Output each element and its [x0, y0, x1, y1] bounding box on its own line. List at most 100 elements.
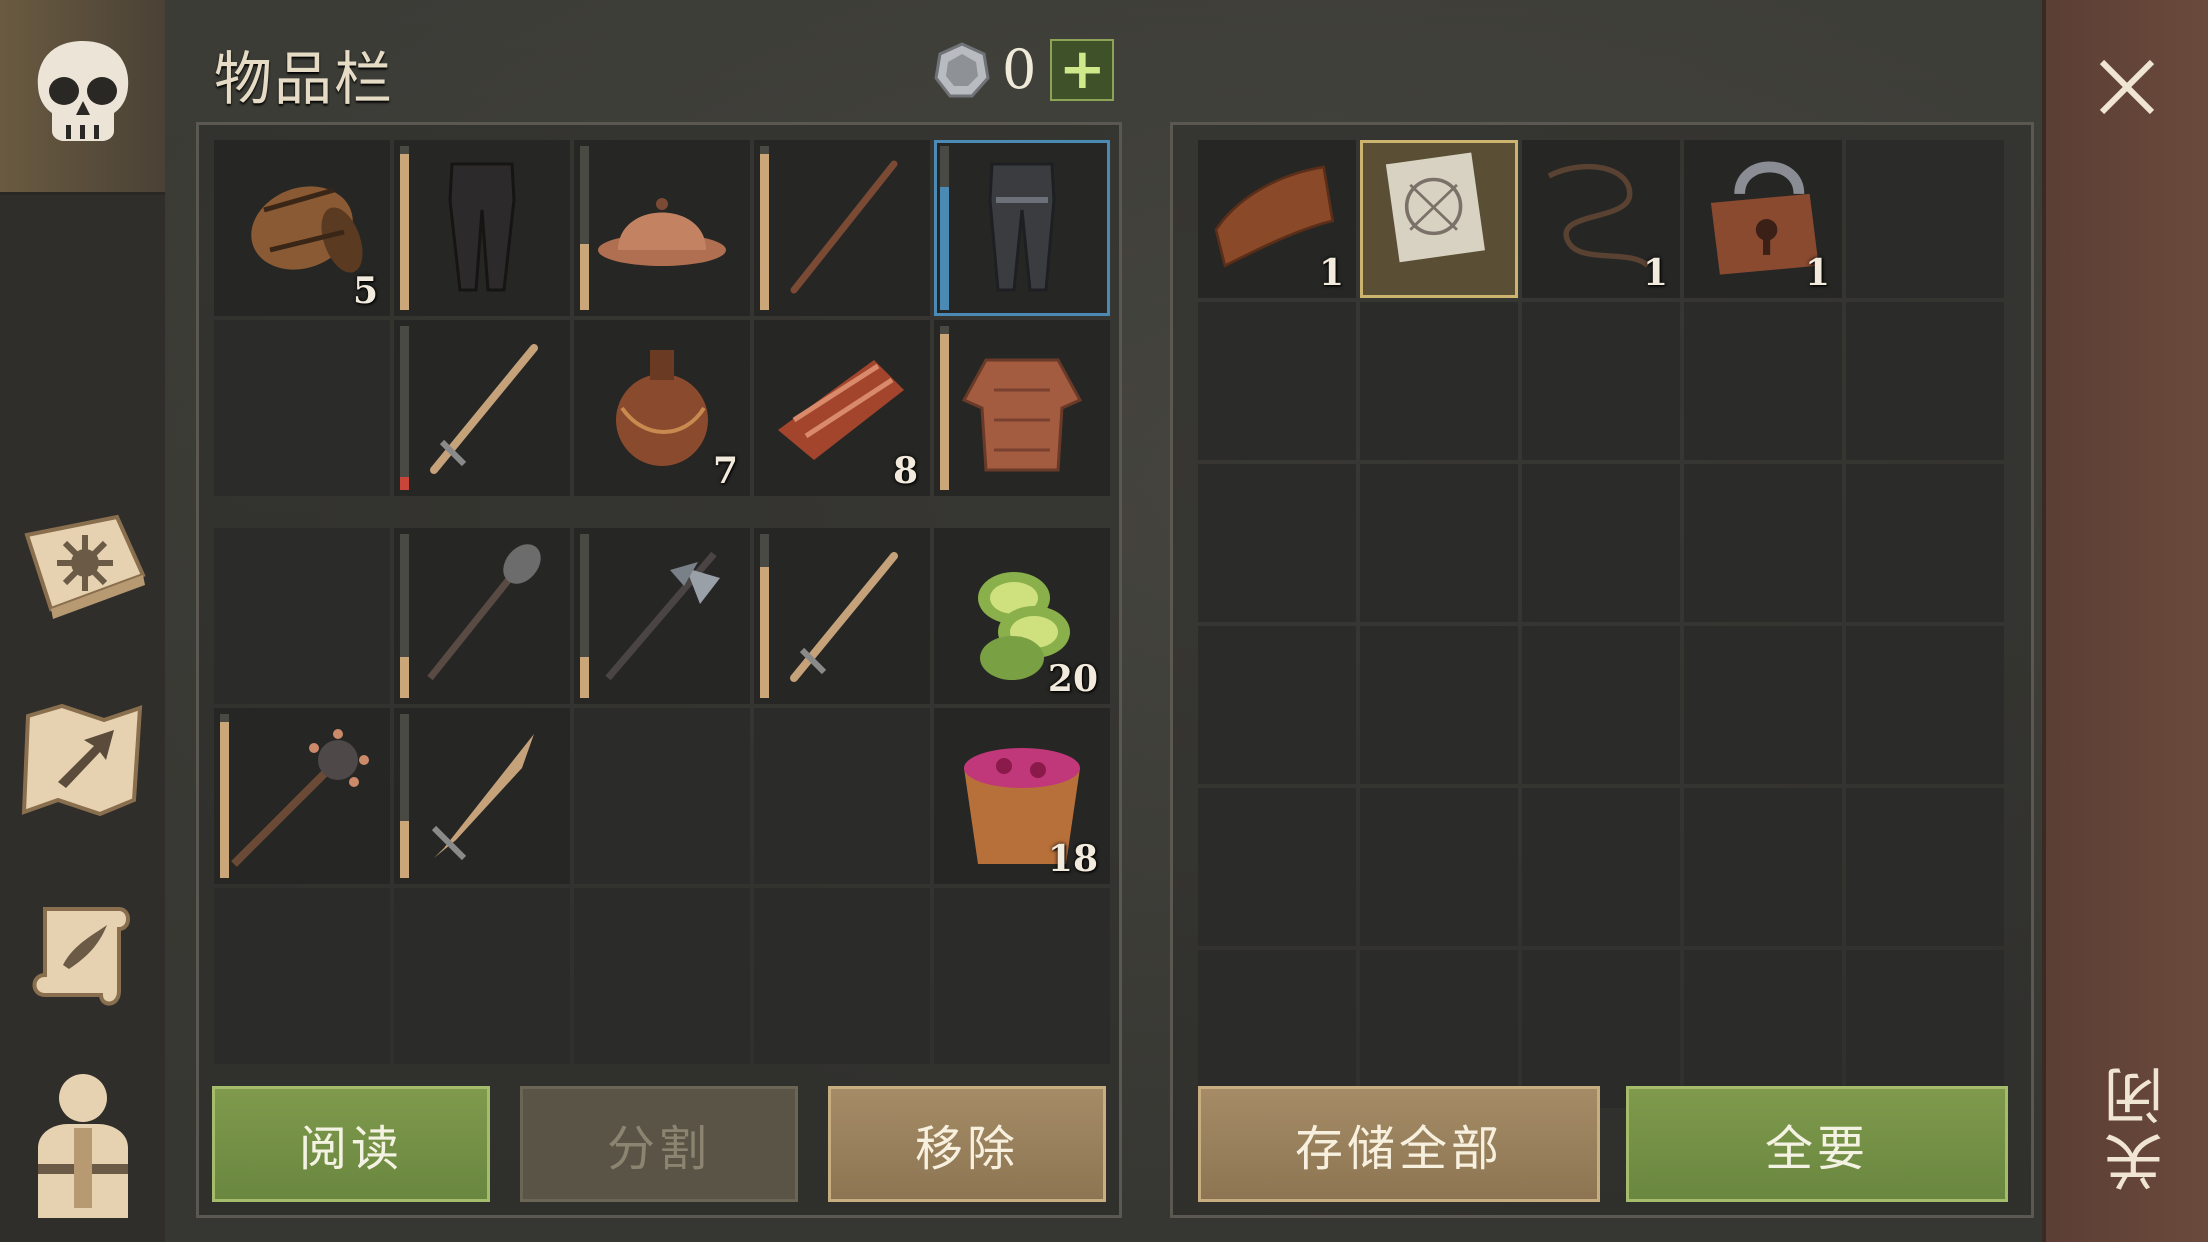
durability-bar	[760, 534, 769, 698]
empty-slot[interactable]	[1684, 950, 1842, 1108]
currency-display: 0 +	[932, 38, 1115, 101]
container-grid: 1 1 1	[1198, 140, 2004, 1108]
empty-slot[interactable]	[1846, 950, 2004, 1108]
empty-slot[interactable]	[1684, 788, 1842, 946]
item-count: 7	[712, 450, 738, 492]
item-count: 1	[1642, 252, 1668, 294]
inventory-slot[interactable]	[394, 140, 570, 316]
empty-slot[interactable]	[1198, 302, 1356, 460]
chainmail-pants-icon	[988, 162, 1056, 292]
inventory-slot[interactable]	[394, 320, 570, 496]
take-all-button[interactable]: 全要	[1626, 1086, 2008, 1202]
durability-bar	[760, 146, 769, 310]
item-count: 1	[1318, 252, 1344, 294]
empty-slot[interactable]	[1522, 464, 1680, 622]
add-currency-button[interactable]: +	[1050, 38, 1115, 101]
empty-slot[interactable]	[1360, 626, 1518, 784]
inventory-slot[interactable]: 1	[1198, 140, 1356, 298]
empty-slot[interactable]	[1360, 788, 1518, 946]
inventory-slot[interactable]	[394, 528, 570, 704]
durability-bar	[940, 146, 949, 310]
durability-bar	[220, 714, 229, 878]
map-icon[interactable]	[0, 695, 165, 825]
sword-icon	[430, 344, 538, 474]
crafting-book-icon[interactable]	[0, 500, 165, 630]
store-all-button[interactable]: 存储全部	[1198, 1086, 1600, 1202]
empty-slot[interactable]	[754, 888, 930, 1064]
silver-coin-icon	[934, 41, 990, 97]
inventory-slot[interactable]: 8	[754, 320, 930, 496]
inventory-slot[interactable]	[934, 320, 1110, 496]
durability-bar	[400, 146, 409, 310]
inventory-grid-lower: 20 18	[214, 528, 1110, 1064]
empty-slot[interactable]	[1360, 950, 1518, 1108]
empty-slot[interactable]	[934, 888, 1110, 1064]
empty-slot[interactable]	[214, 528, 390, 704]
empty-slot[interactable]	[1846, 788, 2004, 946]
empty-slot[interactable]	[214, 320, 390, 496]
inventory-slot[interactable]	[574, 140, 750, 316]
inventory-slot[interactable]: 1	[1684, 140, 1842, 298]
inventory-slot[interactable]: 18	[934, 708, 1110, 884]
quest-scroll-icon[interactable]	[0, 890, 165, 1020]
empty-slot[interactable]	[1360, 464, 1518, 622]
empty-slot[interactable]	[1846, 140, 2004, 298]
blueprint-scroll-icon	[1385, 152, 1485, 263]
inventory-slot[interactable]	[574, 528, 750, 704]
inventory-slot[interactable]: 7	[574, 320, 750, 496]
empty-slot[interactable]	[1522, 626, 1680, 784]
durability-bar	[940, 326, 949, 490]
empty-slot[interactable]	[1684, 302, 1842, 460]
inventory-slot[interactable]: 1	[1522, 140, 1680, 298]
close-panel[interactable]	[2042, 0, 2208, 1242]
empty-slot[interactable]	[1360, 302, 1518, 460]
empty-slot[interactable]	[1198, 788, 1356, 946]
inventory-slot[interactable]	[754, 140, 930, 316]
empty-slot[interactable]	[1684, 464, 1842, 622]
inventory-slot[interactable]	[934, 140, 1110, 316]
empty-slot[interactable]	[1198, 950, 1356, 1108]
iron-helmet-icon	[598, 198, 726, 266]
empty-slot[interactable]	[214, 888, 390, 1064]
read-button[interactable]: 阅读	[212, 1086, 490, 1202]
empty-slot[interactable]	[1522, 950, 1680, 1108]
close-icon[interactable]	[2092, 52, 2162, 122]
empty-slot[interactable]	[1522, 788, 1680, 946]
close-label[interactable]: 关闭	[2095, 1060, 2174, 1192]
empty-slot[interactable]	[1684, 626, 1842, 784]
inventory-slot[interactable]: 20	[934, 528, 1110, 704]
leather-pants-icon	[448, 162, 516, 292]
inventory-slot[interactable]	[394, 708, 570, 884]
empty-slot[interactable]	[574, 708, 750, 884]
padded-jacket-icon	[961, 358, 1083, 472]
durability-bar	[580, 534, 589, 698]
empty-slot[interactable]	[1522, 302, 1680, 460]
inventory-slot[interactable]	[214, 708, 390, 884]
skull-icon[interactable]	[0, 30, 165, 160]
item-count: 1	[1804, 252, 1830, 294]
empty-slot[interactable]	[394, 888, 570, 1064]
inventory-slot[interactable]: 5	[214, 140, 390, 316]
empty-slot[interactable]	[1198, 464, 1356, 622]
item-count: 5	[352, 270, 378, 312]
inventory-title: 物品栏	[214, 45, 395, 113]
empty-slot[interactable]	[1846, 302, 2004, 460]
left-sidebar	[0, 0, 165, 1242]
inventory-slot[interactable]	[1360, 140, 1518, 298]
empty-slot[interactable]	[1198, 626, 1356, 784]
mace-icon	[427, 544, 541, 681]
spiked-mace-icon	[231, 729, 369, 867]
item-count: 8	[892, 450, 918, 492]
remove-button[interactable]: 移除	[828, 1086, 1106, 1202]
character-icon[interactable]	[0, 1068, 165, 1228]
empty-slot[interactable]	[1846, 626, 2004, 784]
split-button[interactable]: 分割	[520, 1086, 798, 1202]
empty-slot[interactable]	[574, 888, 750, 1064]
short-sword-icon	[431, 734, 534, 861]
halberd-icon	[605, 551, 720, 681]
durability-bar	[400, 534, 409, 698]
empty-slot[interactable]	[754, 708, 930, 884]
empty-slot[interactable]	[1846, 464, 2004, 622]
item-count: 18	[1047, 838, 1098, 880]
inventory-slot[interactable]	[754, 528, 930, 704]
